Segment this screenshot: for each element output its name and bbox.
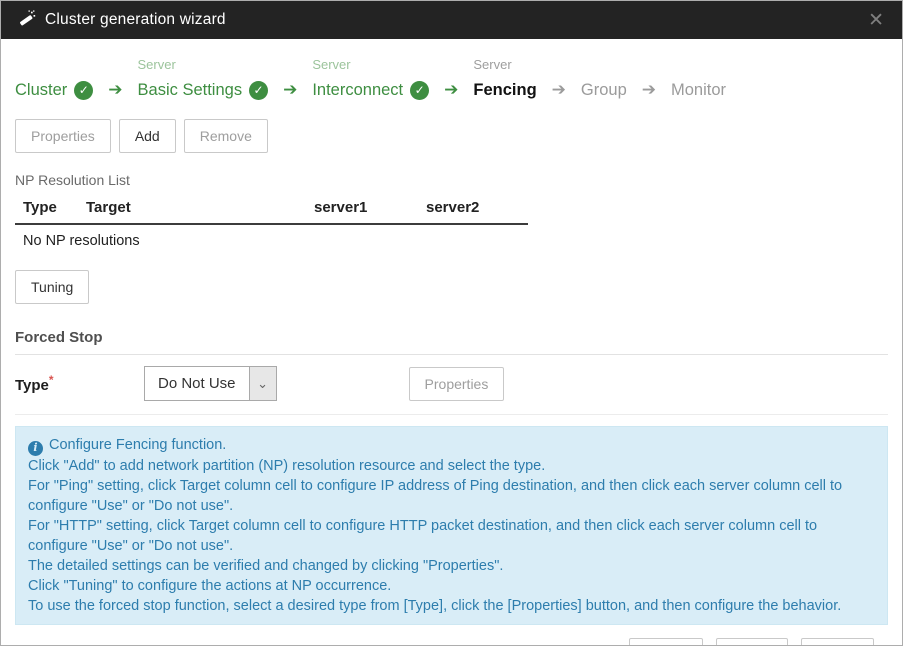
footer: ◀ Back Next ▶ Cancel <box>15 625 888 646</box>
select-value: Do Not Use <box>145 367 249 400</box>
arrow-right-icon: ➔ <box>108 78 122 102</box>
np-resolution-table: Type Target server1 server2 No NP resolu… <box>15 194 528 249</box>
arrow-right-icon: ➔ <box>642 78 656 102</box>
info-icon: i <box>28 441 43 456</box>
info-line: Click "Add" to add network partition (NP… <box>28 456 875 476</box>
back-button[interactable]: ◀ Back <box>629 638 703 646</box>
required-marker: * <box>49 373 54 387</box>
step-basic-settings[interactable]: Server Basic Settings ✓ <box>138 57 269 102</box>
remove-button[interactable]: Remove <box>184 119 268 153</box>
info-line: To use the forced stop function, select … <box>28 596 875 616</box>
column-header-target: Target <box>86 199 314 216</box>
arrow-right-icon: ➔ <box>283 78 297 102</box>
info-line-text: Configure Fencing function. <box>49 437 226 453</box>
step-group-label: Server <box>138 57 269 78</box>
cancel-button[interactable]: Cancel <box>801 638 874 646</box>
step-monitor[interactable]: Monitor <box>671 57 726 102</box>
step-group-label <box>581 57 627 78</box>
step-label: Basic Settings <box>138 81 243 100</box>
step-group-label: Server <box>312 57 429 78</box>
info-box: i Configure Fencing function. Click "Add"… <box>15 426 888 625</box>
column-header-type: Type <box>23 199 86 216</box>
info-line: For "HTTP" setting, click Target column … <box>28 516 875 556</box>
step-label: Group <box>581 81 627 100</box>
np-toolbar: Properties Add Remove <box>15 119 888 153</box>
forced-stop-type-row: Type* Do Not Use ⌄ Properties <box>15 355 888 415</box>
np-empty-message: No NP resolutions <box>15 225 528 249</box>
chevron-down-icon: ⌄ <box>249 367 276 400</box>
info-line: For "Ping" setting, click Target column … <box>28 476 875 516</box>
np-list-title: NP Resolution List <box>15 172 888 188</box>
info-line: The detailed settings can be verified an… <box>28 556 875 576</box>
column-header-server2: server2 <box>426 199 536 216</box>
forced-stop-heading: Forced Stop <box>15 329 888 355</box>
check-circle-icon: ✓ <box>410 81 429 100</box>
cluster-generation-wizard-dialog: Cluster generation wizard ✕ Cluster ✓ ➔ … <box>0 0 903 646</box>
titlebar: Cluster generation wizard ✕ <box>1 1 902 39</box>
step-cluster[interactable]: Cluster ✓ <box>15 57 93 102</box>
step-fencing[interactable]: Server Fencing <box>473 57 536 102</box>
properties-button[interactable]: Properties <box>15 119 111 153</box>
window-title: Cluster generation wizard <box>45 11 226 29</box>
step-label: Monitor <box>671 81 726 100</box>
forced-stop-type-select[interactable]: Do Not Use ⌄ <box>144 366 277 401</box>
step-label: Fencing <box>473 81 536 100</box>
info-line: i Configure Fencing function. <box>28 435 875 456</box>
tuning-button[interactable]: Tuning <box>15 270 89 304</box>
check-circle-icon: ✓ <box>249 81 268 100</box>
close-icon[interactable]: ✕ <box>864 9 888 32</box>
type-label-text: Type <box>15 377 49 394</box>
step-label: Interconnect <box>312 81 403 100</box>
step-group[interactable]: Group <box>581 57 627 102</box>
forced-stop-properties-button[interactable]: Properties <box>409 367 505 401</box>
info-line: Click "Tuning" to configure the actions … <box>28 576 875 596</box>
add-button[interactable]: Add <box>119 119 176 153</box>
wand-icon <box>15 9 37 31</box>
next-button[interactable]: Next ▶ <box>716 638 788 646</box>
step-group-label <box>15 57 93 78</box>
arrow-right-icon: ➔ <box>552 78 566 102</box>
step-interconnect[interactable]: Server Interconnect ✓ <box>312 57 429 102</box>
step-group-label <box>671 57 726 78</box>
step-label: Cluster <box>15 81 67 100</box>
wizard-stepper: Cluster ✓ ➔ Server Basic Settings ✓ ➔ Se… <box>15 57 888 102</box>
column-header-server1: server1 <box>314 199 426 216</box>
step-group-label: Server <box>473 57 536 78</box>
arrow-right-icon: ➔ <box>444 78 458 102</box>
np-table-header: Type Target server1 server2 <box>15 194 528 225</box>
type-label: Type* <box>15 373 144 394</box>
check-circle-icon: ✓ <box>74 81 93 100</box>
dialog-content: Cluster ✓ ➔ Server Basic Settings ✓ ➔ Se… <box>1 39 902 646</box>
